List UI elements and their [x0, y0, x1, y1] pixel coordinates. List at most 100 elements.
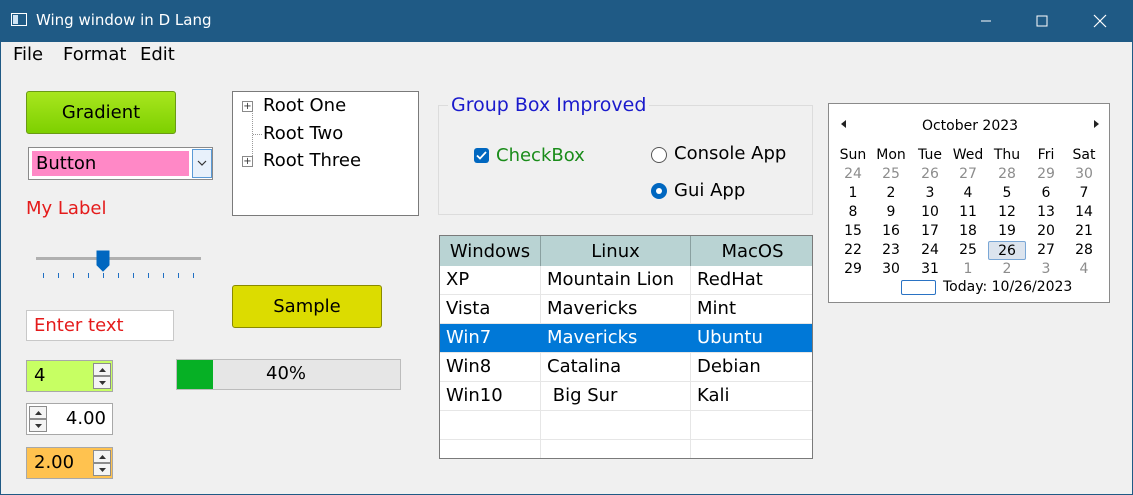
calendar-day[interactable]: 15 — [834, 222, 872, 241]
calendar-day[interactable]: 8 — [834, 203, 872, 222]
table-row[interactable]: Win10 Big Sur Kali — [440, 382, 812, 411]
table-row-empty[interactable] — [440, 411, 812, 440]
radio-gui-app[interactable] — [651, 183, 667, 199]
calendar[interactable]: October 2023 Sun Mon Tue Wed Thu Fri Sat 24 25 2… — [828, 103, 1110, 303]
calendar-day[interactable]: 27 — [1027, 241, 1065, 260]
calendar-day[interactable]: 30 — [1065, 165, 1103, 184]
table-row[interactable]: Win8 Catalina Debian — [440, 353, 812, 382]
spinner-int[interactable]: 4 — [26, 360, 113, 392]
spinner-arrows[interactable] — [29, 406, 47, 432]
calendar-day[interactable]: 18 — [949, 222, 987, 241]
checkbox-label[interactable]: CheckBox — [496, 145, 585, 166]
table-row-selected[interactable]: Win7 Mavericks Ubuntu — [440, 324, 812, 353]
calendar-day[interactable]: 19 — [988, 222, 1026, 241]
checkbox[interactable] — [474, 148, 489, 163]
calendar-day[interactable]: 11 — [949, 203, 987, 222]
calendar-day[interactable]: 29 — [834, 260, 872, 279]
calendar-day[interactable]: 13 — [1027, 203, 1065, 222]
calendar-day[interactable]: 29 — [1027, 165, 1065, 184]
calendar-day[interactable]: 21 — [1065, 222, 1103, 241]
calendar-day[interactable]: 12 — [988, 203, 1026, 222]
tree-item[interactable]: Root One — [263, 95, 346, 116]
slider-tick — [193, 273, 194, 278]
spinner-decimal[interactable]: 2.00 — [26, 447, 113, 479]
tree-item[interactable]: Root Two — [263, 123, 343, 144]
tree-item[interactable]: Root Three — [263, 150, 361, 171]
spinner-arrows[interactable] — [93, 450, 111, 476]
calendar-day[interactable]: 20 — [1027, 222, 1065, 241]
calendar-day[interactable]: 23 — [872, 241, 910, 260]
calendar-day[interactable]: 28 — [1065, 241, 1103, 260]
calendar-day[interactable]: 10 — [911, 203, 949, 222]
sample-button[interactable]: Sample — [232, 285, 382, 328]
calendar-day[interactable]: 5 — [988, 184, 1026, 203]
calendar-day[interactable]: 30 — [872, 260, 910, 279]
calendar-day[interactable]: 2 — [988, 260, 1026, 279]
slider-track[interactable] — [36, 257, 201, 260]
calendar-day[interactable]: 26 — [988, 241, 1026, 260]
slider-tick — [178, 273, 179, 278]
next-month-icon[interactable] — [1094, 120, 1099, 128]
minimize-button[interactable] — [955, 0, 1017, 42]
table-row[interactable]: Vista Mavericks Mint — [440, 295, 812, 324]
menu-format[interactable]: Format — [57, 44, 132, 65]
table-cell: Win10 — [440, 382, 541, 410]
title-bar[interactable]: Wing window in D Lang — [0, 0, 1133, 42]
spinner-value: 4.00 — [65, 408, 106, 429]
calendar-day[interactable]: 22 — [834, 241, 872, 260]
calendar-day[interactable]: 28 — [988, 165, 1026, 184]
calendar-day[interactable]: 4 — [949, 184, 987, 203]
spinner-up-button[interactable] — [29, 406, 47, 419]
calendar-day[interactable]: 2 — [872, 184, 910, 203]
spinner-down-button[interactable] — [93, 463, 111, 476]
calendar-day[interactable]: 3 — [1027, 260, 1065, 279]
radio-label[interactable]: Gui App — [674, 180, 745, 201]
calendar-day[interactable]: 1 — [949, 260, 987, 279]
menu-edit[interactable]: Edit — [134, 44, 181, 65]
calendar-day[interactable]: 7 — [1065, 184, 1103, 203]
progress-text: 40% — [266, 363, 307, 384]
calendar-day[interactable]: 31 — [911, 260, 949, 279]
spinner-float[interactable]: 4.00 — [26, 403, 113, 435]
calendar-day[interactable]: 25 — [949, 241, 987, 260]
today-link[interactable]: Today: 10/26/2023 — [943, 279, 1072, 295]
calendar-day[interactable]: 9 — [872, 203, 910, 222]
menu-file[interactable]: File — [7, 44, 49, 65]
column-header[interactable]: MacOS — [691, 236, 812, 266]
calendar-day[interactable]: 17 — [911, 222, 949, 241]
combo-dropdown-button[interactable] — [192, 149, 212, 178]
calendar-day[interactable]: 4 — [1065, 260, 1103, 279]
tree-view[interactable]: + + Root One Root Two Root Three — [232, 91, 419, 216]
calendar-day[interactable]: 26 — [911, 165, 949, 184]
calendar-day[interactable]: 25 — [872, 165, 910, 184]
calendar-day[interactable]: 3 — [911, 184, 949, 203]
table-row-empty[interactable] — [440, 440, 812, 458]
data-grid[interactable]: Windows Linux MacOS XP Mountain Lion Red… — [439, 235, 813, 459]
calendar-day[interactable]: 27 — [949, 165, 987, 184]
calendar-day[interactable]: 6 — [1027, 184, 1065, 203]
spinner-down-button[interactable] — [93, 376, 111, 389]
tree-expand-icon[interactable]: + — [242, 156, 253, 167]
tree-expand-icon[interactable]: + — [242, 101, 253, 112]
calendar-day[interactable]: 14 — [1065, 203, 1103, 222]
calendar-day[interactable]: 24 — [834, 165, 872, 184]
column-header[interactable]: Windows — [440, 236, 541, 266]
combo-box[interactable]: Button — [28, 147, 213, 180]
calendar-day[interactable]: 24 — [911, 241, 949, 260]
spinner-up-button[interactable] — [93, 363, 111, 376]
column-header[interactable]: Linux — [541, 236, 691, 266]
close-button[interactable] — [1069, 0, 1131, 42]
calendar-day[interactable]: 1 — [834, 184, 872, 203]
slider-thumb[interactable] — [96, 250, 110, 272]
spinner-arrows[interactable] — [93, 363, 111, 389]
spinner-up-button[interactable] — [93, 450, 111, 463]
text-input[interactable]: Enter text — [26, 310, 174, 341]
calendar-month[interactable]: October 2023 — [829, 118, 1111, 134]
table-row[interactable]: XP Mountain Lion RedHat — [440, 266, 812, 295]
calendar-day[interactable]: 16 — [872, 222, 910, 241]
radio-label[interactable]: Console App — [674, 143, 786, 164]
maximize-button[interactable] — [1011, 0, 1073, 42]
radio-console-app[interactable] — [651, 147, 667, 163]
gradient-button[interactable]: Gradient — [26, 91, 176, 134]
spinner-down-button[interactable] — [29, 419, 47, 432]
